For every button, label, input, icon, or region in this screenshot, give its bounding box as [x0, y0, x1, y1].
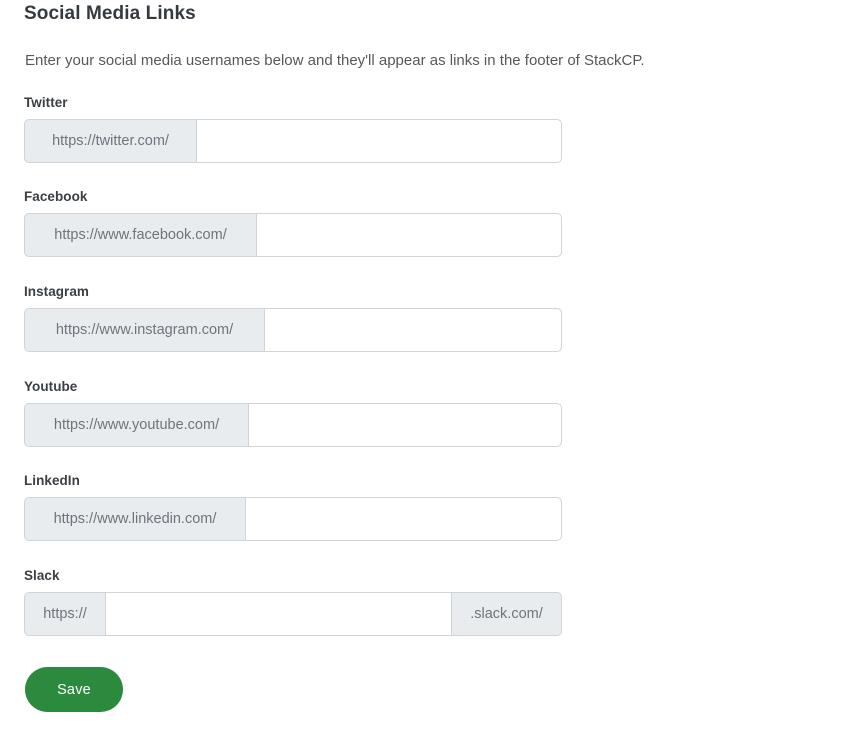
input-group-twitter: https://twitter.com/ — [24, 119, 562, 163]
field-group-instagram: Instagram https://www.instagram.com/ — [24, 283, 562, 352]
slack-workspace-input[interactable] — [105, 592, 452, 636]
page-canvas: Social Media Links Enter your social med… — [0, 0, 857, 736]
field-label-youtube: Youtube — [24, 379, 78, 394]
input-prefix-instagram: https://www.instagram.com/ — [24, 308, 264, 352]
field-label-facebook: Facebook — [24, 189, 88, 204]
input-group-youtube: https://www.youtube.com/ — [24, 403, 562, 447]
instagram-username-input[interactable] — [264, 308, 562, 352]
field-group-youtube: Youtube https://www.youtube.com/ — [24, 378, 562, 447]
page-description: Enter your social media usernames below … — [25, 52, 645, 69]
page-title: Social Media Links — [24, 3, 196, 24]
field-label-twitter: Twitter — [24, 95, 68, 110]
field-group-linkedin: LinkedIn https://www.linkedin.com/ — [24, 472, 562, 541]
input-prefix-youtube: https://www.youtube.com/ — [24, 403, 248, 447]
field-group-twitter: Twitter https://twitter.com/ — [24, 94, 562, 163]
field-group-facebook: Facebook https://www.facebook.com/ — [24, 188, 562, 257]
input-suffix-slack: .slack.com/ — [452, 592, 562, 636]
youtube-username-input[interactable] — [248, 403, 562, 447]
input-prefix-slack: https:// — [24, 592, 105, 636]
input-group-facebook: https://www.facebook.com/ — [24, 213, 562, 257]
input-prefix-facebook: https://www.facebook.com/ — [24, 213, 256, 257]
field-label-slack: Slack — [24, 568, 60, 583]
facebook-username-input[interactable] — [256, 213, 562, 257]
input-group-instagram: https://www.instagram.com/ — [24, 308, 562, 352]
save-button[interactable]: Save — [25, 667, 123, 712]
linkedin-username-input[interactable] — [245, 497, 562, 541]
field-label-linkedin: LinkedIn — [24, 473, 80, 488]
input-group-linkedin: https://www.linkedin.com/ — [24, 497, 562, 541]
twitter-username-input[interactable] — [196, 119, 562, 163]
field-label-instagram: Instagram — [24, 284, 89, 299]
input-prefix-linkedin: https://www.linkedin.com/ — [24, 497, 245, 541]
field-group-slack: Slack https:// .slack.com/ — [24, 567, 562, 636]
input-prefix-twitter: https://twitter.com/ — [24, 119, 196, 163]
input-group-slack: https:// .slack.com/ — [24, 592, 562, 636]
